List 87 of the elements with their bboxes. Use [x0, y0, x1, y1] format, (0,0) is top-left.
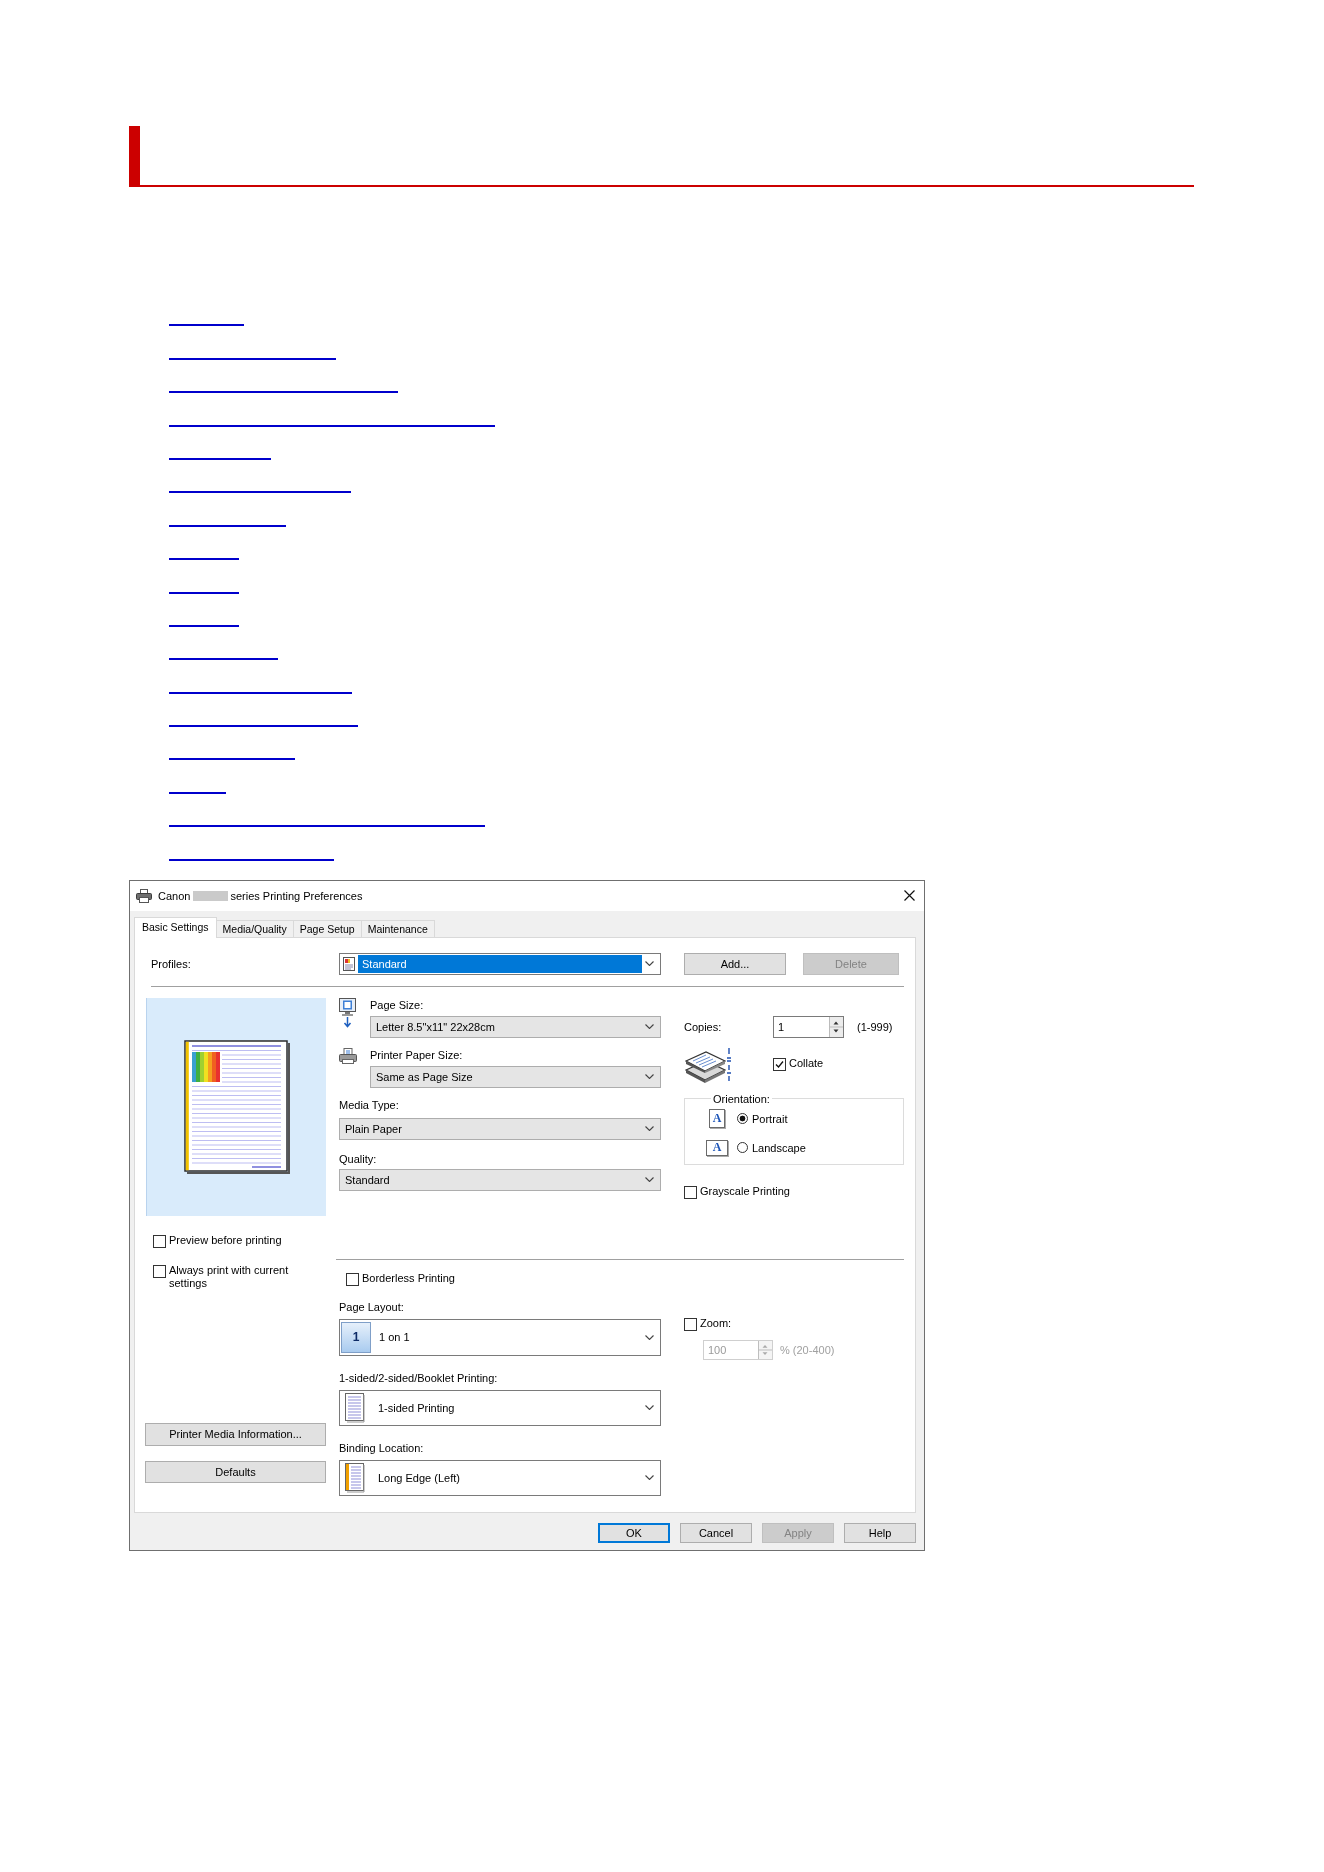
- field-label: Page Layout:: [339, 1299, 405, 1315]
- dropdown[interactable]: 1 1 on 1: [339, 1318, 661, 1356]
- link-underline[interactable]: [169, 725, 358, 728]
- defaults-button[interactable]: Defaults: [145, 1460, 326, 1483]
- field-label: Media Type:: [339, 1097, 400, 1113]
- caret-icon[interactable]: [645, 1074, 654, 1080]
- option-label: Grayscale Printing: [700, 1184, 790, 1198]
- link-underline[interactable]: [169, 357, 336, 360]
- close-icon[interactable]: [904, 890, 915, 902]
- option-label: Collate: [789, 1057, 824, 1071]
- tab[interactable]: Maintenance: [360, 919, 435, 938]
- range-label: % (20-400): [780, 1343, 835, 1356]
- page-edge-icon: [345, 1462, 366, 1493]
- dropdown[interactable]: 1-sided Printing: [339, 1389, 661, 1426]
- link-underline[interactable]: [169, 691, 352, 694]
- dropdown-value: Standard: [358, 954, 642, 973]
- caret-icon[interactable]: [645, 1177, 654, 1183]
- caret-icon[interactable]: [645, 961, 654, 967]
- spin-arrows-icon[interactable]: [829, 1016, 843, 1037]
- link-underline[interactable]: [169, 524, 286, 527]
- caret-icon[interactable]: [645, 1126, 654, 1132]
- field-label: Quality:: [339, 1151, 378, 1167]
- number-field[interactable]: 1: [773, 1015, 844, 1038]
- checkbox[interactable]: [153, 1264, 166, 1278]
- caret-icon[interactable]: [645, 1334, 654, 1340]
- link-underline[interactable]: [169, 491, 351, 494]
- media-information-button[interactable]: Printer Media Information...: [145, 1422, 326, 1446]
- field-label: Profiles:: [150, 957, 192, 970]
- check-mark-icon: [775, 1060, 784, 1070]
- link-underline[interactable]: [169, 624, 239, 627]
- link-underline[interactable]: [169, 391, 398, 394]
- radio-button[interactable]: [737, 1142, 748, 1154]
- field-label: Copies:: [684, 1020, 723, 1033]
- link-underline[interactable]: [169, 591, 239, 594]
- tab[interactable]: Page Setup: [292, 919, 362, 938]
- link-underline[interactable]: [169, 791, 226, 794]
- dropdown[interactable]: Long Edge (Left): [339, 1459, 661, 1496]
- lined-page-icon: [345, 1392, 366, 1423]
- caret-icon[interactable]: [645, 1024, 654, 1030]
- link-underline[interactable]: [169, 558, 239, 561]
- dropdown[interactable]: Standard: [339, 1168, 661, 1191]
- range-label: (1-999): [857, 1020, 893, 1033]
- field-label: Printer Paper Size:: [370, 1047, 464, 1063]
- option-label: Zoom:: [700, 1316, 732, 1330]
- option-label: Portrait: [752, 1112, 788, 1125]
- caret-icon[interactable]: [645, 1475, 654, 1481]
- option-label: Preview before printing: [169, 1233, 282, 1247]
- ok-button[interactable]: OK: [598, 1522, 670, 1543]
- radio-button[interactable]: [737, 1113, 748, 1125]
- link-underline[interactable]: [169, 324, 244, 327]
- document-icon: [343, 956, 355, 971]
- checkbox[interactable]: [773, 1058, 786, 1072]
- dropdown[interactable]: Same as Page Size: [370, 1065, 661, 1088]
- field-label: Page Size:: [370, 997, 425, 1013]
- checkbox[interactable]: [346, 1272, 359, 1286]
- add-button[interactable]: Add...: [684, 952, 786, 975]
- checkbox[interactable]: [153, 1234, 166, 1248]
- dropdown[interactable]: Standard: [339, 952, 661, 975]
- caret-icon[interactable]: [645, 1405, 654, 1411]
- tab[interactable]: Media/Quality: [215, 919, 294, 938]
- field-label: 1-sided/2-sided/Booklet Printing:: [339, 1370, 499, 1386]
- checkbox[interactable]: [684, 1185, 697, 1199]
- option-label: Landscape: [752, 1141, 806, 1154]
- field-label: Binding Location:: [339, 1440, 425, 1456]
- dropdown[interactable]: Letter 8.5"x11" 22x28cm: [370, 1015, 661, 1038]
- link-underline[interactable]: [169, 457, 271, 460]
- printer-icon: [339, 1047, 357, 1064]
- option-label: Borderless Printing: [362, 1271, 455, 1285]
- page-arrow-icon: [339, 997, 356, 1028]
- page-letter-icon: A: [709, 1109, 725, 1129]
- tab[interactable]: Basic Settings: [134, 916, 217, 938]
- window-title: Canon: [158, 889, 191, 902]
- paper-stack-icon: [684, 1045, 732, 1083]
- number-tile-icon: 1: [341, 1321, 371, 1353]
- link-underline[interactable]: [169, 424, 495, 427]
- link-underline[interactable]: [169, 758, 295, 761]
- printer-icon: [136, 888, 152, 903]
- window-title: series Printing Preferences: [230, 889, 363, 902]
- link-underline[interactable]: [169, 858, 334, 861]
- help-button[interactable]: Help: [844, 1522, 916, 1543]
- option-label: Always print with current settings: [169, 1263, 290, 1290]
- dropdown[interactable]: Plain Paper: [339, 1117, 661, 1140]
- page-letter-icon: A: [706, 1139, 728, 1156]
- link-underline[interactable]: [169, 825, 485, 828]
- link-underline[interactable]: [169, 658, 278, 661]
- cancel-button[interactable]: Cancel: [680, 1522, 752, 1543]
- group-label: Orientation:: [712, 1092, 771, 1105]
